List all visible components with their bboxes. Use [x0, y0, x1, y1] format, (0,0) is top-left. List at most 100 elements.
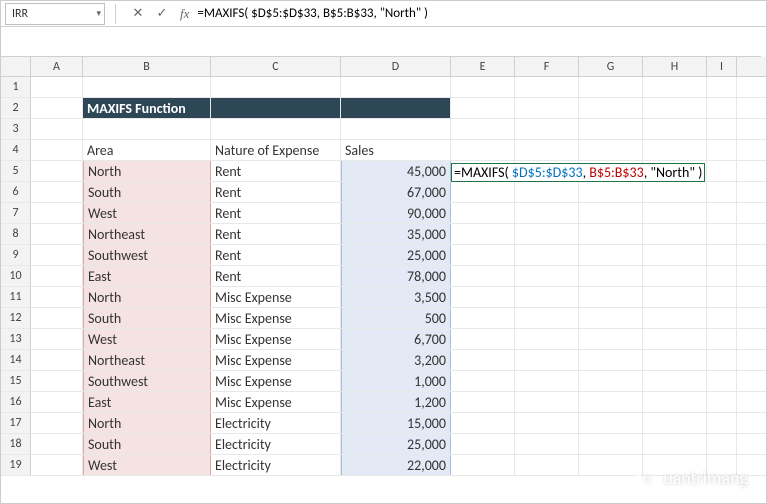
col-header-B[interactable]: B	[83, 57, 211, 76]
row-header[interactable]: 4	[1, 140, 31, 160]
cell[interactable]: Northeast	[83, 350, 211, 370]
cell[interactable]	[31, 434, 83, 454]
cell[interactable]	[451, 77, 515, 97]
cell[interactable]	[451, 140, 515, 160]
cell[interactable]: Southwest	[83, 245, 211, 265]
cell[interactable]	[643, 392, 707, 412]
cell[interactable]: 25,000	[341, 434, 451, 454]
cell[interactable]	[451, 224, 515, 244]
cell[interactable]	[643, 224, 707, 244]
cell[interactable]	[707, 350, 737, 370]
cell[interactable]	[707, 413, 737, 433]
cell[interactable]	[31, 182, 83, 202]
cell[interactable]	[31, 266, 83, 286]
cell[interactable]	[211, 98, 341, 118]
row-header[interactable]: 2	[1, 98, 31, 118]
cell[interactable]	[31, 203, 83, 223]
cell[interactable]: 22,000	[341, 455, 451, 475]
cell[interactable]: Rent	[211, 182, 341, 202]
cell[interactable]	[31, 98, 83, 118]
cell[interactable]	[31, 287, 83, 307]
row-header[interactable]: 5	[1, 161, 31, 181]
cell[interactable]	[643, 287, 707, 307]
cell[interactable]	[643, 203, 707, 223]
cell[interactable]	[643, 98, 707, 118]
cell[interactable]: West	[83, 455, 211, 475]
row-header[interactable]: 15	[1, 371, 31, 391]
cell[interactable]: MAXIFS Function	[83, 98, 211, 118]
cell[interactable]	[515, 350, 579, 370]
dropdown-icon[interactable]: ▾	[96, 8, 101, 19]
cell[interactable]	[31, 245, 83, 265]
cell[interactable]: South	[83, 308, 211, 328]
col-header-D[interactable]: D	[341, 57, 451, 76]
cell[interactable]	[579, 98, 643, 118]
cell[interactable]	[579, 245, 643, 265]
cell[interactable]	[579, 77, 643, 97]
col-header-G[interactable]: G	[579, 57, 643, 76]
cell[interactable]: South	[83, 434, 211, 454]
cell[interactable]: 90,000	[341, 203, 451, 223]
cell[interactable]: Rent	[211, 245, 341, 265]
cell[interactable]: 3,500	[341, 287, 451, 307]
cell[interactable]: 6,700	[341, 329, 451, 349]
cell[interactable]	[451, 434, 515, 454]
cell[interactable]	[579, 371, 643, 391]
cell[interactable]	[707, 392, 737, 412]
cell[interactable]	[515, 455, 579, 475]
cell[interactable]: 1,000	[341, 371, 451, 391]
col-header-C[interactable]: C	[211, 57, 341, 76]
name-box[interactable]: IRR ▾	[5, 3, 105, 25]
cell[interactable]: North	[83, 287, 211, 307]
cell[interactable]: 3,200	[341, 350, 451, 370]
cell[interactable]: Misc Expense	[211, 287, 341, 307]
cell[interactable]	[451, 371, 515, 391]
col-header-A[interactable]: A	[31, 57, 83, 76]
row-header[interactable]: 8	[1, 224, 31, 244]
cell[interactable]	[643, 119, 707, 139]
cell[interactable]	[515, 119, 579, 139]
cell[interactable]	[515, 266, 579, 286]
cell[interactable]: West	[83, 203, 211, 223]
cell[interactable]	[451, 203, 515, 223]
cell[interactable]	[579, 140, 643, 160]
cell[interactable]	[515, 371, 579, 391]
cell[interactable]	[515, 245, 579, 265]
cell[interactable]	[707, 203, 737, 223]
cell[interactable]	[707, 308, 737, 328]
cell[interactable]	[707, 161, 737, 181]
cell[interactable]	[707, 77, 737, 97]
cell[interactable]	[451, 455, 515, 475]
cell[interactable]	[707, 329, 737, 349]
cell[interactable]	[31, 119, 83, 139]
row-header[interactable]: 12	[1, 308, 31, 328]
row-header[interactable]: 13	[1, 329, 31, 349]
col-header-F[interactable]: F	[515, 57, 579, 76]
row-header[interactable]: 19	[1, 455, 31, 475]
cell[interactable]: Area	[83, 140, 211, 160]
cell[interactable]	[451, 287, 515, 307]
cell[interactable]	[579, 329, 643, 349]
cell[interactable]	[31, 308, 83, 328]
cell[interactable]	[515, 287, 579, 307]
cell[interactable]	[707, 287, 737, 307]
cell[interactable]	[579, 434, 643, 454]
cell[interactable]	[451, 413, 515, 433]
cell[interactable]	[643, 77, 707, 97]
cell[interactable]	[451, 245, 515, 265]
cell[interactable]	[451, 329, 515, 349]
formula-input[interactable]	[195, 3, 764, 25]
cell[interactable]	[211, 119, 341, 139]
cell[interactable]	[31, 371, 83, 391]
cell[interactable]	[707, 224, 737, 244]
cell[interactable]: Misc Expense	[211, 329, 341, 349]
cell[interactable]	[451, 266, 515, 286]
cell[interactable]	[515, 203, 579, 223]
cell[interactable]: 1,200	[341, 392, 451, 412]
cell[interactable]: 35,000	[341, 224, 451, 244]
cell[interactable]	[515, 434, 579, 454]
cell[interactable]: North	[83, 413, 211, 433]
cell[interactable]	[579, 350, 643, 370]
row-header[interactable]: 17	[1, 413, 31, 433]
cell[interactable]: Southwest	[83, 371, 211, 391]
